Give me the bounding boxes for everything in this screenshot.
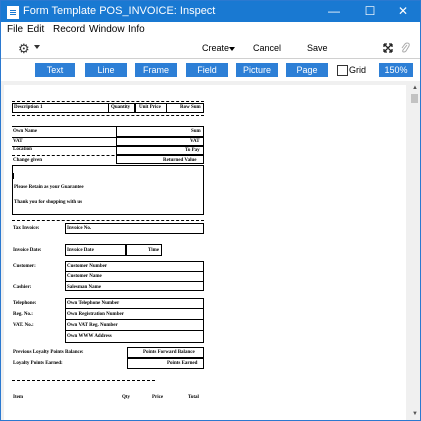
unit-price-header[interactable]: Unit Price [139,105,161,111]
rule-line [65,330,204,331]
frame-tool-button[interactable]: Frame [135,63,177,77]
gear-icon[interactable]: ⚙ [18,41,30,57]
own-vat-reg-field[interactable]: Own VAT Reg. Number [67,323,118,329]
change-given-label[interactable]: Change given [13,158,42,164]
thank-you-message[interactable]: Thank you for shopping with us [14,200,82,206]
expand-icon[interactable] [383,43,393,53]
reg-no-label[interactable]: Reg. No.: [13,312,33,318]
own-www-field[interactable]: Own WWW Address [67,334,112,340]
guarantee-message[interactable]: Please Retain as your Guarantee [14,185,84,191]
own-name-field[interactable]: Own Name [13,129,37,135]
time-field[interactable]: Time [148,248,159,254]
rule-line [65,319,204,320]
save-button[interactable]: Save [307,43,328,53]
points-earned-field[interactable]: Points Earned [167,361,197,367]
app-icon [7,6,19,19]
vat-no-label[interactable]: VAT. No.: [13,323,34,329]
scroll-up-icon[interactable]: ▲ [412,85,418,91]
customer-number-field[interactable]: Customer Number [67,264,107,270]
maximize-button[interactable]: ☐ [353,1,387,22]
rule-line [65,281,204,282]
grid-checkbox[interactable] [337,65,348,76]
menu-window[interactable]: Window [89,24,125,35]
window-title: Form Template POS_INVOICE: Inspect [23,5,216,17]
chevron-down-icon[interactable] [34,45,40,49]
create-button[interactable]: Create [202,43,229,53]
row-sum-header[interactable]: Row Sum [180,105,201,111]
vertical-scrollbar[interactable] [409,81,420,420]
minimize-button[interactable]: — [317,1,351,22]
menu-file[interactable]: File [7,24,23,35]
rule-line [65,308,204,309]
own-telephone-field[interactable]: Own Telephone Number [67,301,119,307]
item-column-header[interactable]: Item [13,395,23,401]
menu-record[interactable]: Record [53,24,85,35]
scrollbar-thumb[interactable] [411,94,418,103]
menu-edit[interactable]: Edit [27,24,44,35]
zoom-selector[interactable]: 150% [379,63,413,77]
scroll-down-icon[interactable]: ▼ [412,411,418,417]
title-bar[interactable]: Form Template POS_INVOICE: Inspect — ☐ ✕ [1,1,420,22]
close-button[interactable]: ✕ [386,1,420,22]
telephone-label[interactable]: Telephone: [13,301,36,307]
points-forward-field[interactable]: Points Forward Balance [143,350,195,356]
qty-column-header[interactable]: Qty [122,395,130,401]
vat-label[interactable]: VAT [13,139,23,145]
description-header[interactable]: Description 1 [14,105,42,111]
price-column-header[interactable]: Price [152,395,163,401]
invoice-date-label[interactable]: Invoice Date: [13,248,41,254]
field-tool-button[interactable]: Field [186,63,228,77]
prev-loyalty-label[interactable]: Previous Loyalty Points Balance: [13,350,84,356]
returned-value-field[interactable]: Returned Value [163,158,196,164]
dashed-line [12,101,204,102]
loyalty-earned-label[interactable]: Loyalty Points Earned: [13,361,63,367]
menu-bar: File Edit Record Window Info [1,22,420,38]
text-tool-button[interactable]: Text [35,63,75,77]
create-chevron-down-icon[interactable] [229,47,235,51]
vat-field[interactable]: VAT [190,139,200,145]
text-cursor [13,173,14,179]
paperclip-icon[interactable] [400,42,410,54]
dashed-line [12,115,204,116]
menu-info[interactable]: Info [128,24,145,35]
location-field[interactable]: Location [13,147,32,153]
total-column-header[interactable]: Total [188,395,199,401]
customer-name-field[interactable]: Customer Name [67,274,102,280]
dashed-line [12,220,204,221]
invoice-date-field[interactable]: Invoice Date [67,248,94,254]
page-sum-tool-button[interactable]: Page Sum [286,63,328,89]
cashier-label[interactable]: Cashier: [13,285,31,291]
customer-label[interactable]: Customer: [13,264,36,270]
grid-label: Grid [349,65,367,75]
inspect-window: Form Template POS_INVOICE: Inspect — ☐ ✕… [0,0,421,421]
invoice-no-field[interactable]: Invoice No. [67,226,91,232]
cancel-button[interactable]: Cancel [253,43,281,53]
rule-line [65,271,204,272]
own-registration-field[interactable]: Own Registration Number [67,312,124,318]
sum-field[interactable]: Sum [191,129,201,135]
salesman-name-field[interactable]: Salesman Name [67,285,101,291]
to-pay-field[interactable]: To Pay [185,148,200,154]
dashed-line [12,380,155,381]
quantity-header[interactable]: Quantity [111,105,130,111]
line-tool-button[interactable]: Line [85,63,127,77]
tax-invoice-label[interactable]: Tax Invoice: [13,226,39,232]
picture-tool-button[interactable]: Picture [236,63,278,77]
